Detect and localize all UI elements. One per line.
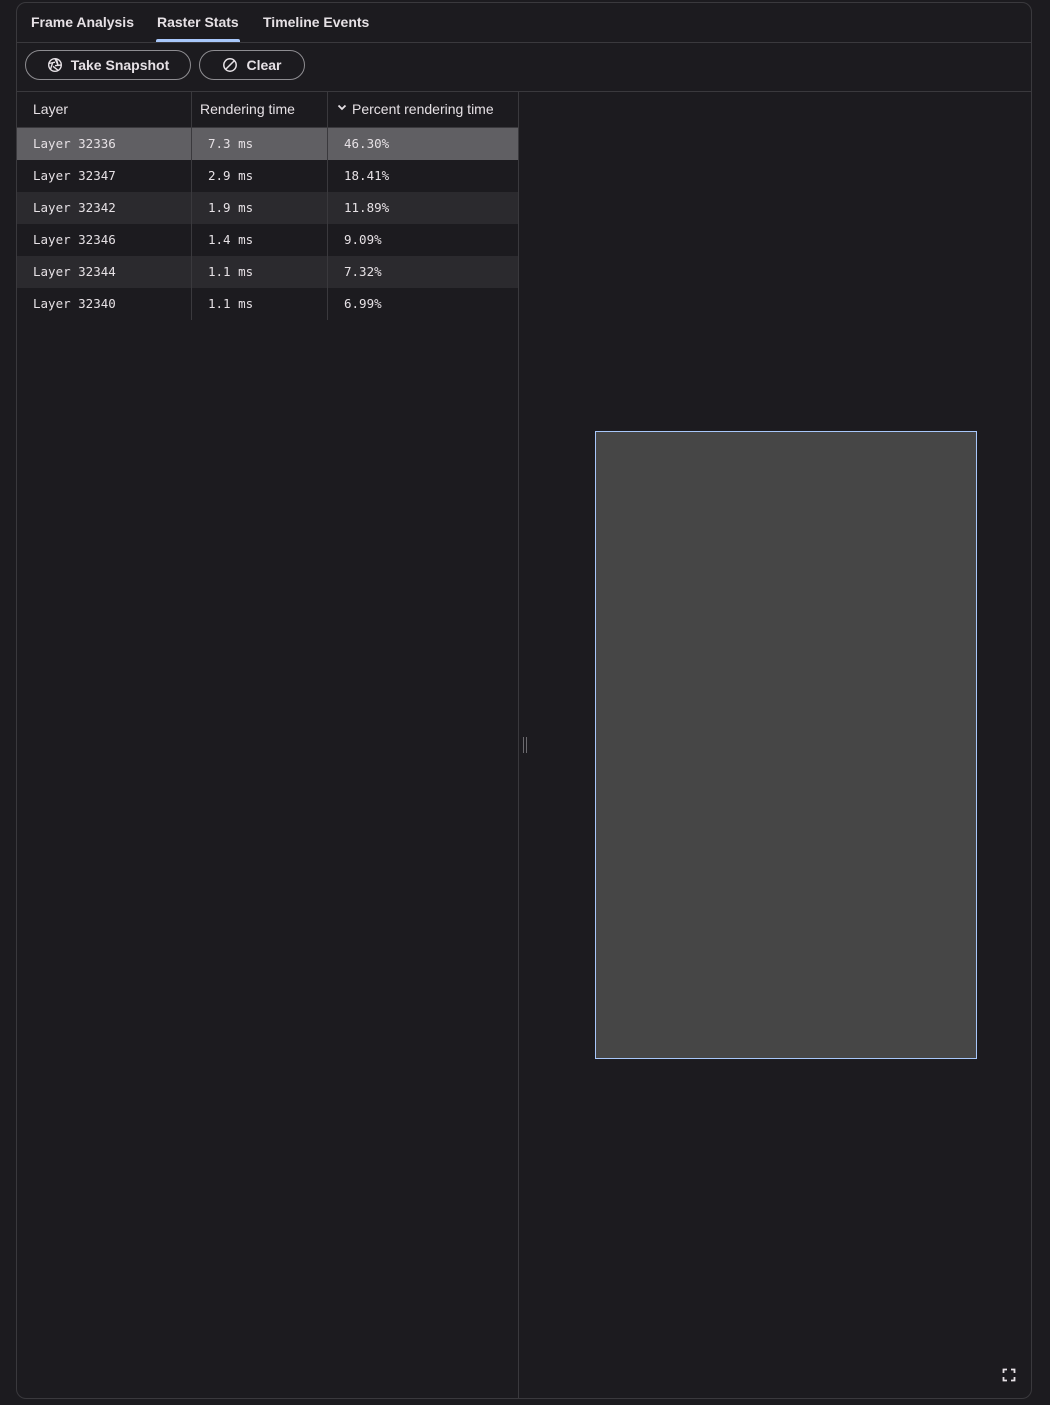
rendering-time-cell: 1.4 ms [191, 224, 327, 256]
tab-label: Frame Analysis [31, 14, 134, 30]
tab-raster-stats[interactable]: Raster Stats [156, 3, 240, 42]
column-header-percent-rendering-time[interactable]: Percent rendering time [327, 92, 518, 127]
raster-stats-panel: Frame Analysis Raster Stats Timeline Eve… [16, 2, 1032, 1399]
tab-label: Raster Stats [157, 14, 239, 30]
take-snapshot-label: Take Snapshot [70, 57, 170, 73]
fullscreen-icon[interactable] [1001, 1367, 1017, 1383]
block-icon [222, 57, 238, 73]
chevron-down-icon [336, 91, 348, 126]
rendering-time-cell: 1.9 ms [191, 192, 327, 224]
column-header-rendering-time[interactable]: Rendering time [191, 92, 327, 127]
table-row-selected[interactable]: Layer 32336 7.3 ms 46.30% [17, 128, 518, 160]
percent-cell: 11.89% [327, 192, 518, 224]
column-header-label: Rendering time [200, 101, 295, 117]
layer-cell: Layer 32336 [33, 136, 116, 151]
table-row[interactable]: Layer 32340 1.1 ms 6.99% [17, 288, 518, 320]
percent-cell: 6.99% [327, 288, 518, 320]
rendering-time-cell: 1.1 ms [191, 256, 327, 288]
camera-shutter-icon [47, 57, 63, 73]
layer-cell: Layer 32340 [33, 296, 116, 311]
take-snapshot-button[interactable]: Take Snapshot [25, 50, 191, 80]
column-header-layer[interactable]: Layer [17, 92, 191, 127]
table-header: Layer Rendering time Percent rendering t… [17, 92, 518, 128]
rendering-time-cell: 1.1 ms [191, 288, 327, 320]
table-body: Layer 32336 7.3 ms 46.30% Layer 32347 2.… [17, 128, 518, 320]
rendering-time-cell: 7.3 ms [191, 128, 327, 160]
raster-stats-table: Layer Rendering time Percent rendering t… [17, 92, 519, 1398]
split-pane-handle[interactable] [522, 737, 528, 753]
layer-cell: Layer 32342 [33, 200, 116, 215]
layer-preview [595, 431, 977, 1059]
clear-label: Clear [246, 57, 282, 73]
layer-cell: Layer 32346 [33, 232, 116, 247]
rendering-time-cell: 2.9 ms [191, 160, 327, 192]
tab-timeline-events[interactable]: Timeline Events [263, 3, 369, 42]
toolbar: Take Snapshot Clear [17, 43, 1031, 92]
table-row[interactable]: Layer 32344 1.1 ms 7.32% [17, 256, 518, 288]
column-header-label: Layer [33, 101, 69, 117]
tab-bar: Frame Analysis Raster Stats Timeline Eve… [17, 3, 1031, 43]
percent-cell: 9.09% [327, 224, 518, 256]
clear-button[interactable]: Clear [199, 50, 305, 80]
tab-label: Timeline Events [263, 14, 370, 30]
active-tab-indicator [156, 39, 240, 42]
table-row[interactable]: Layer 32346 1.4 ms 9.09% [17, 224, 518, 256]
table-row[interactable]: Layer 32347 2.9 ms 18.41% [17, 160, 518, 192]
column-header-label: Percent rendering time [352, 101, 494, 117]
percent-cell: 46.30% [327, 128, 518, 160]
percent-cell: 7.32% [327, 256, 518, 288]
layer-cell: Layer 32347 [33, 168, 116, 183]
table-row[interactable]: Layer 32342 1.9 ms 11.89% [17, 192, 518, 224]
tab-frame-analysis[interactable]: Frame Analysis [31, 3, 134, 42]
layer-cell: Layer 32344 [33, 264, 116, 279]
percent-cell: 18.41% [327, 160, 518, 192]
